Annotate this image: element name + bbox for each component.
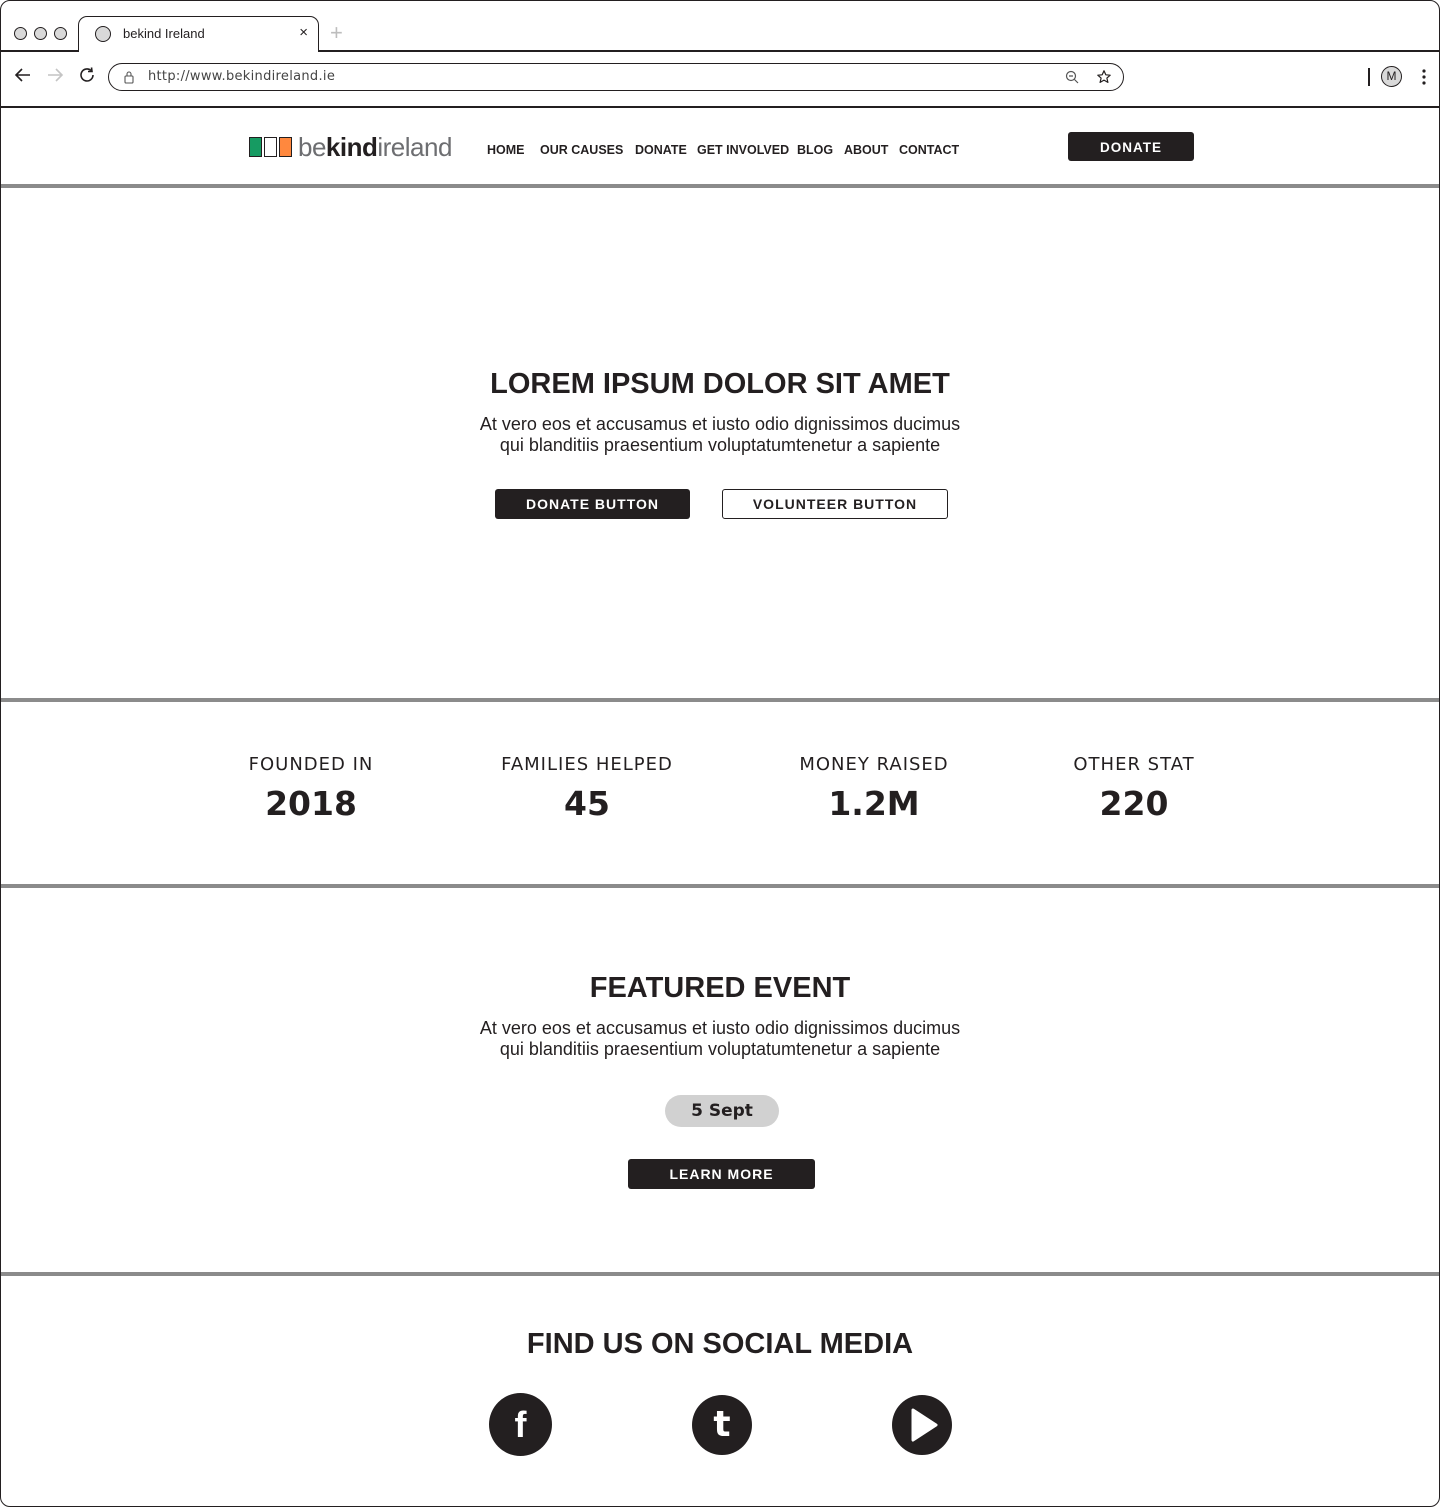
flag-white-stripe (264, 137, 277, 157)
lock-icon (124, 71, 134, 84)
stat-money-raised: MONEY RAISED 1.2M (744, 754, 1004, 823)
site-header: bekindireland HOME OUR CAUSES DONATE GET… (1, 108, 1439, 186)
browser-tab[interactable]: bekind Ireland × (78, 16, 319, 52)
youtube-icon[interactable] (892, 1395, 952, 1455)
facebook-icon[interactable]: f (489, 1393, 552, 1456)
logo-bold: kind (325, 132, 378, 162)
stat-value: 45 (564, 784, 610, 823)
stats-divider (1, 884, 1439, 888)
event-text-line-2: qui blanditiis praesentium voluptatumten… (499, 1039, 941, 1059)
hero-title: LOREM IPSUM DOLOR SIT AMET (490, 368, 950, 400)
flag-orange-stripe (279, 137, 292, 157)
tumblr-icon[interactable]: t (692, 1395, 752, 1455)
tab-title: bekind Ireland (123, 26, 205, 41)
reload-icon[interactable] (76, 64, 98, 86)
volunteer-button[interactable]: VOLUNTEER BUTTON (722, 489, 948, 519)
browser-window: bekind Ireland × + http://www.bekindirel… (0, 0, 1440, 1507)
stat-label: FOUNDED IN (248, 754, 374, 775)
stat-value: 1.2M (828, 784, 920, 823)
event-date-badge: 5 Sept (665, 1095, 779, 1127)
event-title: FEATURED EVENT (589, 972, 851, 1004)
maximize-window-button[interactable] (54, 27, 67, 40)
close-window-button[interactable] (14, 27, 27, 40)
more-menu-icon[interactable] (1419, 67, 1429, 87)
main-nav: HOME OUR CAUSES DONATE GET INVOLVED BLOG… (487, 143, 969, 157)
irish-flag-icon (249, 137, 292, 157)
stat-families-helped: FAMILIES HELPED 45 (457, 754, 717, 823)
nav-donate[interactable]: DONATE (635, 143, 697, 157)
play-triangle-icon (911, 1408, 938, 1442)
hero-text-line-2: qui blanditiis praesentium voluptatumten… (499, 435, 941, 455)
logo-wordmark: bekindireland (298, 134, 452, 160)
event-text-line-1: At vero eos et accusamus et iusto odio d… (479, 1018, 961, 1038)
donate-button[interactable]: DONATE BUTTON (495, 489, 690, 519)
forward-arrow-icon[interactable] (44, 64, 66, 86)
stat-founded: FOUNDED IN 2018 (181, 754, 441, 823)
learn-more-button[interactable]: LEARN MORE (628, 1159, 815, 1189)
logo-prefix: be (298, 132, 326, 162)
event-divider (1, 1272, 1439, 1276)
header-divider (1, 184, 1439, 188)
tab-close-icon[interactable]: × (299, 24, 308, 42)
stat-label: OTHER STAT (1073, 754, 1195, 775)
hero-text-line-1: At vero eos et accusamus et iusto odio d… (479, 414, 961, 434)
stat-value: 2018 (265, 784, 357, 823)
back-arrow-icon[interactable] (12, 64, 34, 86)
nav-blog[interactable]: BLOG (797, 143, 844, 157)
tab-bar: bekind Ireland × + (1, 1, 1439, 52)
flag-green-stripe (249, 137, 262, 157)
nav-contact[interactable]: CONTACT (899, 143, 969, 157)
hero-divider (1, 698, 1439, 702)
nav-about[interactable]: ABOUT (844, 143, 899, 157)
zoom-icon[interactable] (1064, 69, 1080, 85)
stat-value: 220 (1099, 784, 1169, 823)
logo-suffix: ireland (377, 132, 452, 162)
nav-home[interactable]: HOME (487, 143, 540, 157)
browser-toolbar: http://www.bekindireland.ie M (1, 52, 1439, 107)
profile-avatar[interactable]: M (1381, 66, 1402, 87)
toolbar-separator (1368, 68, 1370, 86)
nav-our-causes[interactable]: OUR CAUSES (540, 143, 635, 157)
address-bar[interactable]: http://www.bekindireland.ie (108, 63, 1124, 91)
header-donate-button[interactable]: DONATE (1068, 132, 1194, 161)
bookmark-star-icon[interactable] (1096, 69, 1112, 85)
stat-label: FAMILIES HELPED (501, 754, 673, 775)
new-tab-icon[interactable]: + (330, 21, 343, 45)
site-logo[interactable]: bekindireland (249, 134, 452, 160)
stat-other: OTHER STAT 220 (1004, 754, 1264, 823)
favicon-icon (95, 26, 111, 42)
url-text: http://www.bekindireland.ie (148, 69, 336, 84)
stat-label: MONEY RAISED (799, 754, 949, 775)
minimize-window-button[interactable] (34, 27, 47, 40)
social-title: FIND US ON SOCIAL MEDIA (526, 1328, 914, 1360)
nav-get-involved[interactable]: GET INVOLVED (697, 143, 797, 157)
